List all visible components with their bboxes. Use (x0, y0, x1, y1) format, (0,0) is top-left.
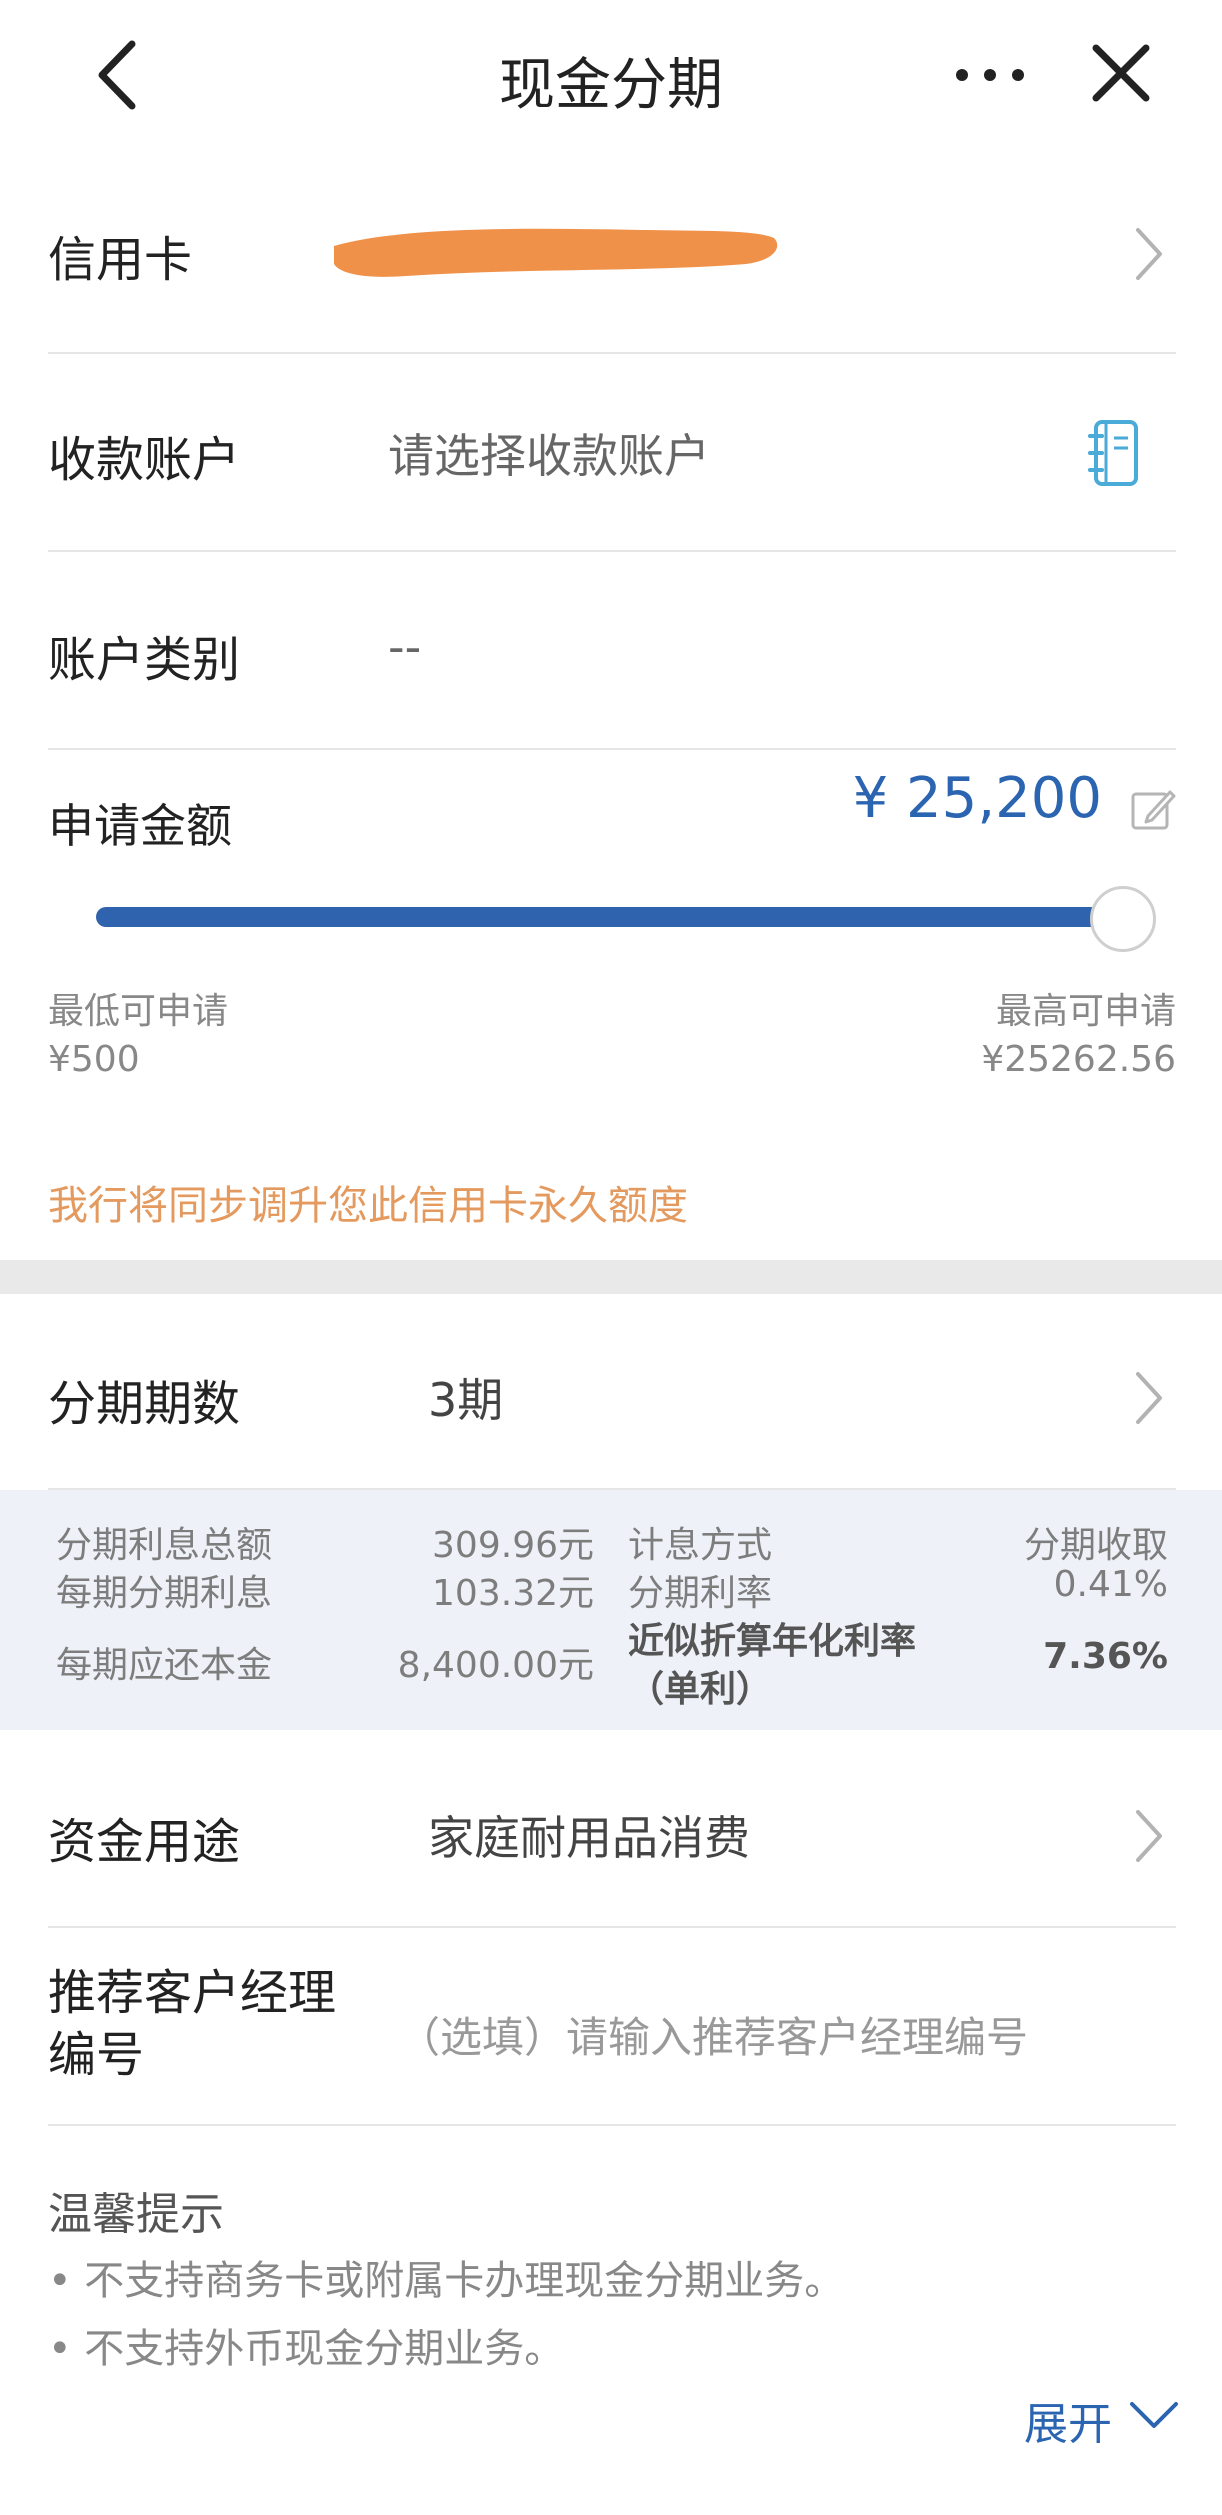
nav-bar: 现金分期 (0, 0, 1222, 150)
interest-method-label: 计息方式 (628, 1525, 773, 1566)
close-icon[interactable] (1090, 42, 1152, 104)
redaction-mark (334, 228, 778, 277)
installment-rate-label: 分期利率 (628, 1573, 773, 1614)
page-title: 现金分期 (499, 53, 723, 118)
section-separator (0, 1260, 1222, 1294)
manager-number-label-line2: 编号 (48, 2027, 145, 2083)
divider (48, 1926, 1176, 1928)
chevron-right-icon (1136, 1810, 1162, 1862)
min-amount-label: 最低可申请 (48, 991, 229, 1032)
limit-raise-notice: 我行将同步调升您此信用卡永久额度 (48, 1183, 688, 1229)
total-interest-value: 309.96元 (432, 1525, 594, 1566)
amount-slider-track[interactable] (96, 907, 1126, 927)
account-type-label: 账户类别 (48, 632, 241, 688)
chevron-down-icon[interactable] (1128, 2398, 1180, 2434)
receiving-account-label: 收款账户 (48, 432, 241, 488)
max-amount-label: 最高可申请 (995, 991, 1176, 1032)
tip-item: • 不支持商务卡或附属卡办理现金分期业务。 (48, 2258, 845, 2304)
total-interest-label: 分期利息总额 (56, 1525, 273, 1566)
chevron-right-icon (1136, 228, 1162, 280)
receiving-account-row[interactable]: 收款账户 请选择收款账户 (48, 390, 1176, 520)
max-amount: 最高可申请 ¥25262.56 (981, 988, 1176, 1084)
fund-usage-row[interactable]: 资金用途 家庭耐用品消费 (48, 1768, 1176, 1898)
amount-slider-handle[interactable] (1090, 886, 1156, 952)
receiving-account-placeholder[interactable]: 请选择收款账户 (388, 420, 710, 486)
per-principal-value: 8,400.00元 (397, 1645, 594, 1686)
apply-amount-label: 申请金额 (48, 799, 232, 853)
chevron-right-icon (1136, 1372, 1162, 1424)
divider (48, 550, 1176, 552)
apr-label-suffix: （单利） (628, 1669, 773, 1710)
address-book-icon[interactable] (1086, 418, 1142, 488)
installment-rate-value: 0.41% (1053, 1564, 1168, 1605)
manager-number-input[interactable]: （选填）请输入推荐客户经理编号 (398, 2004, 1028, 2065)
fund-usage-label: 资金用途 (48, 1814, 241, 1870)
installments-value: 3期 (428, 1373, 504, 1427)
manager-number-row: 推荐客户经理 编号 （选填）请输入推荐客户经理编号 (48, 1960, 1176, 2120)
account-type-value: -- (388, 620, 422, 674)
installments-label: 分期期数 (48, 1376, 241, 1432)
interest-method-value: 分期收取 (1023, 1525, 1168, 1566)
min-amount-value: ¥500 (48, 1039, 140, 1080)
per-principal-label: 每期应还本金 (56, 1645, 273, 1686)
account-type-row: 账户类别 -- (48, 590, 1176, 720)
tip-item: • 不支持外币现金分期业务。 (48, 2326, 565, 2372)
installments-row[interactable]: 分期期数 3期 (48, 1330, 1176, 1460)
min-amount: 最低可申请 ¥500 (48, 988, 228, 1084)
divider (48, 2124, 1176, 2126)
apply-amount-value: ¥ 25,200 (852, 766, 1102, 831)
per-interest-value: 103.32元 (432, 1573, 594, 1614)
manager-number-label: 推荐客户经理 编号 (48, 1962, 336, 2086)
more-dots-icon[interactable] (952, 60, 1028, 90)
max-amount-value: ¥25262.56 (981, 1039, 1176, 1080)
expand-link[interactable]: 展开 (1024, 2388, 1112, 2452)
divider (48, 352, 1176, 354)
tips-title: 温馨提示 (48, 2189, 224, 2240)
credit-card-label: 信用卡 (48, 232, 193, 288)
divider (48, 748, 1176, 750)
fund-usage-value: 家庭耐用品消费 (428, 1811, 750, 1865)
installment-fee-panel: 分期利息总额 309.96元 每期分期利息 103.32元 每期应还本金 8,4… (0, 1490, 1222, 1730)
per-interest-label: 每期分期利息 (56, 1573, 273, 1614)
apr-label: 近似折算年化利率 (628, 1621, 917, 1662)
manager-number-label-line1: 推荐客户经理 (48, 1965, 337, 2021)
apr-value: 7.36% (1043, 1636, 1168, 1677)
edit-icon[interactable] (1130, 786, 1176, 832)
